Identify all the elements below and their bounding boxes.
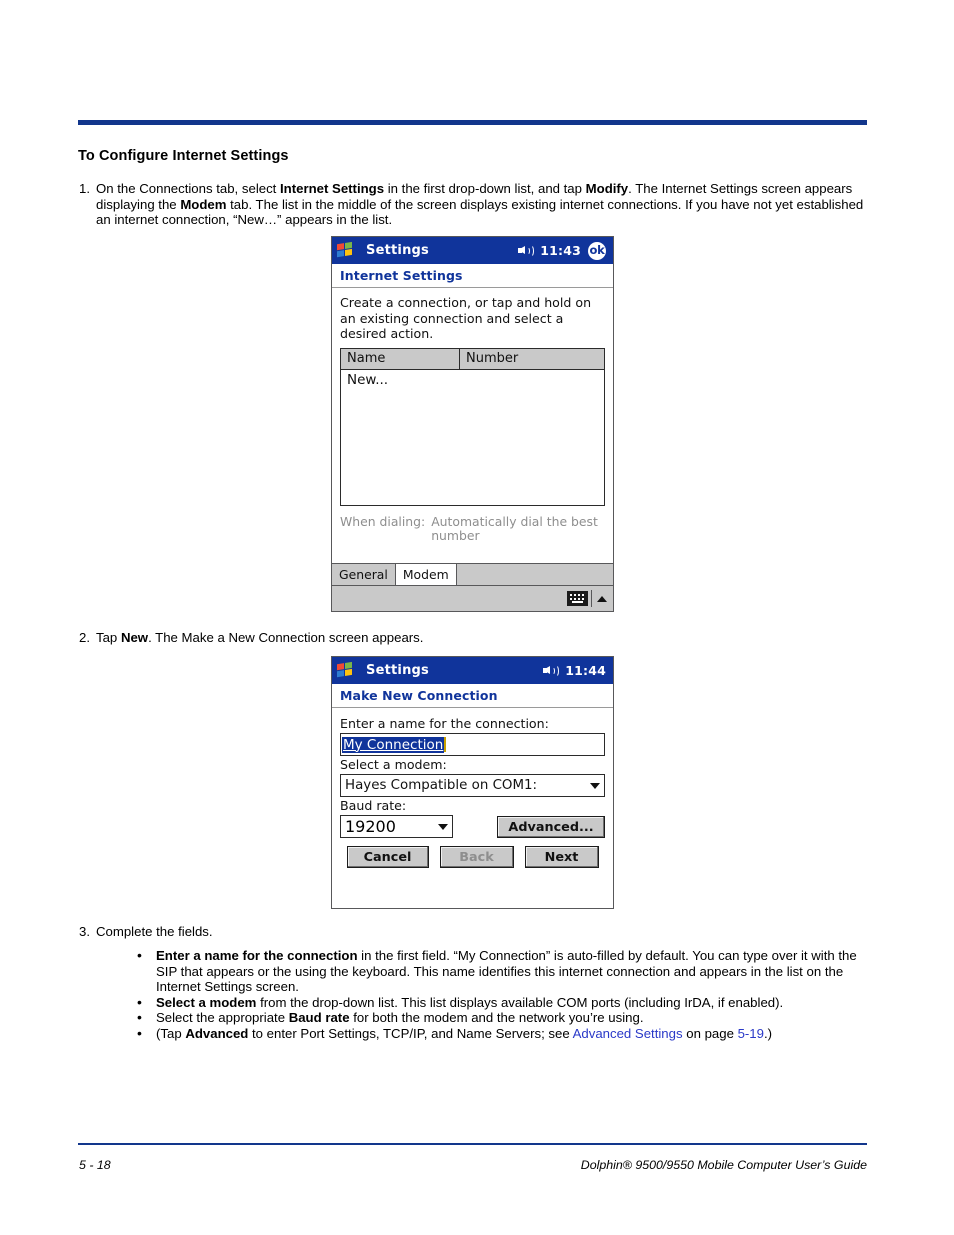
keyboard-icon[interactable] [567, 591, 588, 606]
connection-name-label: Enter a name for the connection: [340, 716, 549, 731]
titlebar: Settings 11:44 [332, 657, 613, 684]
screen-caption-bar: Make New Connection [332, 684, 613, 708]
header-rule [78, 120, 867, 125]
bullet-text: Select a modem from the drop-down list. … [156, 994, 784, 1010]
step-1: 1. On the Connections tab, select Intern… [79, 181, 868, 228]
windows-start-icon[interactable] [333, 658, 358, 683]
screen-body: Create a connection, or tap and hold on … [332, 288, 613, 544]
ok-button[interactable]: ok [588, 241, 606, 260]
modem-label: Select a modem: [340, 757, 447, 772]
device-screenshot-internet-settings: Settings 11:43 ok Internet Settings Crea… [331, 236, 614, 612]
baud-advanced-row: 19200 Advanced... [340, 815, 605, 838]
when-dialing-row: When dialing: Automatically dial the bes… [340, 513, 605, 544]
step-2: 2. Tap New. The Make a New Connection sc… [79, 630, 679, 646]
sip-divider [591, 590, 592, 607]
footer-page-number: 5 - 18 [79, 1158, 111, 1172]
titlebar-status-area: 11:43 ok [518, 237, 606, 264]
instructions-text: Create a connection, or tap and hold on … [340, 295, 592, 341]
step-3: 3. Complete the fields. [79, 924, 868, 940]
speaker-icon[interactable] [518, 244, 535, 257]
connection-name-input[interactable]: My Connection [340, 733, 605, 756]
step-1-text: On the Connections tab, select Internet … [96, 181, 864, 228]
baud-rate-label: Baud rate: [340, 798, 407, 813]
list-item: • Enter a name for the connection in the… [127, 947, 869, 995]
footer-document-title: Dolphin® 9500/9550 Mobile Computer User’… [580, 1158, 867, 1172]
sip-bar [332, 585, 613, 611]
step-3-text: Complete the fields. [96, 924, 213, 939]
tab-modem[interactable]: Modem [395, 564, 457, 585]
chevron-down-icon[interactable] [438, 823, 449, 830]
bullet-text: Enter a name for the connection in the f… [156, 948, 857, 995]
column-header-number[interactable]: Number [460, 349, 604, 369]
titlebar-app-name: Settings [366, 243, 429, 258]
clock[interactable]: 11:43 [540, 243, 581, 258]
page-title: To Configure Internet Settings [78, 148, 289, 164]
bullet-list: • Enter a name for the connection in the… [127, 947, 869, 1042]
when-dialing-label: When dialing: [340, 513, 426, 529]
bullet-icon: • [137, 993, 142, 1010]
list-item: • (Tap Advanced to enter Port Settings, … [127, 1024, 869, 1042]
titlebar: Settings 11:43 ok [332, 237, 613, 264]
titlebar-status-area: 11:44 [543, 657, 606, 684]
tab-strip: General Modem [332, 563, 613, 585]
document-page: To Configure Internet Settings 1. On the… [0, 0, 954, 1235]
step-2-number: 2. [79, 630, 90, 645]
back-button: Back [439, 846, 514, 868]
device-screenshot-make-new-connection: Settings 11:44 Make New Connection Enter… [331, 656, 614, 909]
modem-select[interactable]: Hayes Compatible on COM1: [340, 774, 605, 797]
list-header-row: Name Number [341, 348, 604, 370]
tab-general[interactable]: General [332, 564, 396, 585]
titlebar-app-name: Settings [366, 663, 429, 678]
list-item: • Select a modem from the drop-down list… [127, 993, 869, 1011]
speaker-icon[interactable] [543, 664, 560, 677]
step-3-number: 3. [79, 924, 90, 939]
wizard-button-row: Cancel Back Next [340, 846, 605, 868]
modem-value: Hayes Compatible on COM1: [345, 778, 538, 793]
step-1-number: 1. [79, 181, 90, 196]
step-2-text: Tap New. The Make a New Connection scree… [96, 630, 424, 645]
bullet-icon: • [137, 1009, 142, 1026]
list-body: New... [341, 370, 604, 505]
list-item: • Select the appropriate Baud rate for b… [127, 1009, 869, 1026]
screen-caption: Internet Settings [340, 268, 463, 283]
windows-start-icon[interactable] [333, 238, 358, 263]
screen-caption-bar: Internet Settings [332, 264, 613, 288]
cancel-button[interactable]: Cancel [346, 846, 429, 868]
chevron-down-icon[interactable] [590, 782, 600, 789]
baud-rate-value: 19200 [345, 817, 396, 836]
bullet-text: Select the appropriate Baud rate for bot… [156, 1010, 644, 1026]
connections-list[interactable]: Name Number New... [340, 347, 605, 506]
bullet-icon: • [137, 947, 142, 963]
bullet-text[interactable]: (Tap Advanced to enter Port Settings, TC… [156, 1026, 772, 1041]
caret-up-icon[interactable] [597, 595, 607, 602]
next-button[interactable]: Next [524, 846, 599, 868]
connection-name-value: My Connection [342, 736, 445, 753]
advanced-button[interactable]: Advanced... [497, 816, 605, 838]
clock[interactable]: 11:44 [565, 663, 606, 678]
when-dialing-value: Automatically dial the best number [431, 513, 598, 544]
screen-caption: Make New Connection [340, 688, 498, 703]
text-caret [444, 737, 446, 752]
column-header-name[interactable]: Name [341, 348, 460, 369]
baud-rate-select[interactable]: 19200 [340, 815, 454, 838]
bullet-icon: • [137, 1024, 142, 1041]
screen-body: Enter a name for the connection: My Conn… [332, 708, 613, 868]
footer-rule [78, 1143, 867, 1145]
list-item[interactable]: New... [347, 372, 604, 389]
